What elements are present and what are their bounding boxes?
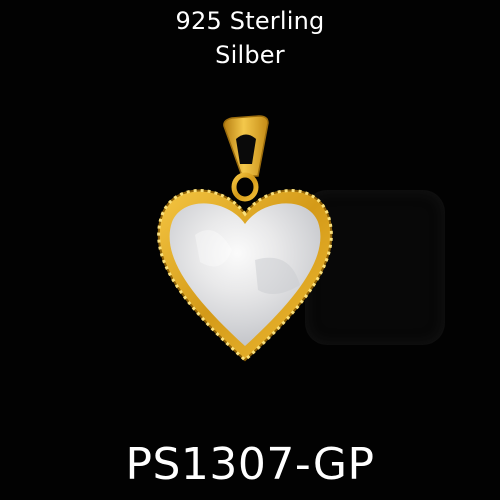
product-code: PS1307-GP <box>125 439 375 490</box>
material-label-line-2: Silber <box>215 41 285 69</box>
mother-of-pearl-inlay <box>169 203 321 346</box>
heart-pendant-image <box>157 115 333 363</box>
jump-ring <box>231 172 259 202</box>
material-label-line-1: 925 Sterling <box>175 7 325 35</box>
product-photo: 925 Sterling Silber PS1307-GP <box>0 0 500 500</box>
